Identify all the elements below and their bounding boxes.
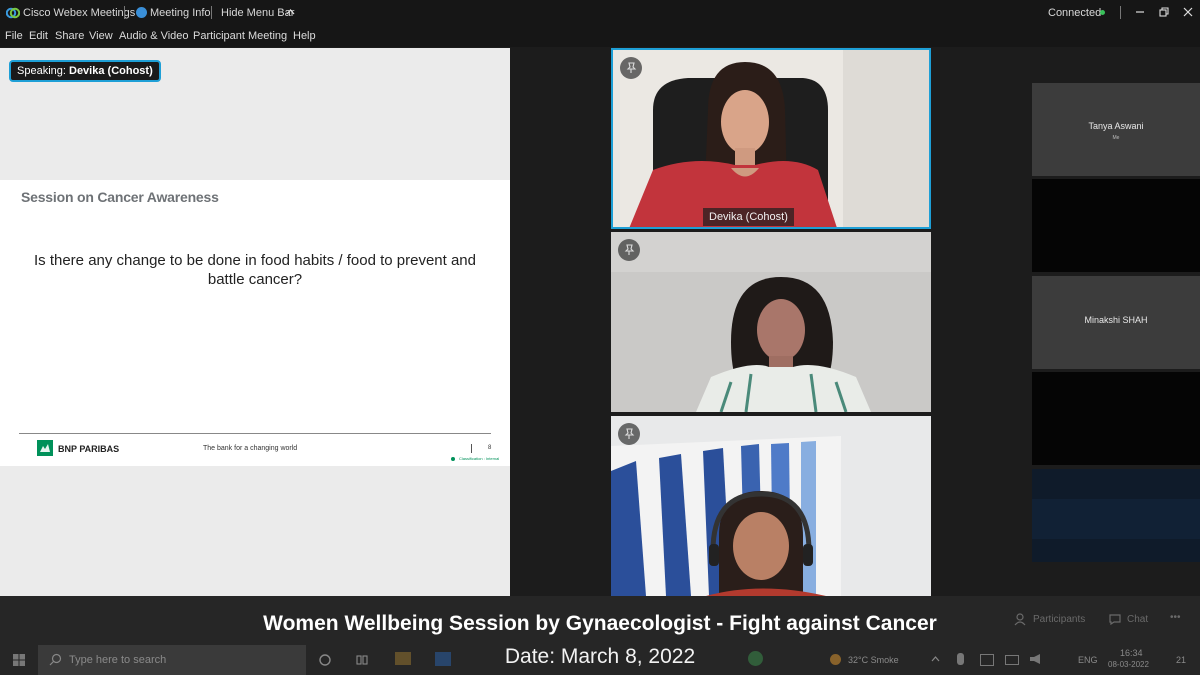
windows-start-icon[interactable] — [12, 653, 26, 667]
participant-tile[interactable]: Minakshi SHAH — [1032, 276, 1200, 369]
minimize-icon[interactable] — [1133, 5, 1147, 19]
taskbar-time[interactable]: 16:34 — [1120, 648, 1143, 658]
tray-chevron-up-icon[interactable] — [931, 656, 940, 662]
connected-indicator-icon — [1100, 10, 1105, 15]
network-icon[interactable] — [980, 654, 994, 666]
weather-text[interactable]: 32°C Smoke — [848, 655, 899, 665]
speaking-name: Devika (Cohost) — [69, 65, 153, 77]
menu-file[interactable]: File — [5, 30, 23, 42]
menu-participant[interactable]: Participant — [193, 30, 245, 42]
title-divider — [124, 6, 125, 19]
webex-logo-icon — [6, 7, 20, 19]
restore-icon[interactable] — [1157, 5, 1171, 19]
microphone-icon[interactable] — [957, 653, 964, 665]
participant-tile-empty[interactable] — [1032, 372, 1200, 465]
pin-icon[interactable] — [618, 239, 640, 261]
menu-help[interactable]: Help — [293, 30, 316, 42]
menu-edit[interactable]: Edit — [29, 30, 48, 42]
video-tile-participant[interactable] — [611, 232, 931, 412]
search-icon — [49, 653, 62, 666]
footer-brand: BNP PARIBAS — [58, 444, 120, 454]
classification-dot-icon — [451, 457, 455, 461]
menu-audio-video[interactable]: Audio & Video — [119, 30, 189, 42]
participant-tile-empty[interactable] — [1032, 179, 1200, 272]
participant-name: Tanya Aswani — [1088, 121, 1144, 131]
chevron-up-icon[interactable] — [286, 9, 295, 15]
weather-icon — [830, 654, 841, 665]
meeting-info-button[interactable]: Meeting Info — [150, 7, 211, 19]
participant-tile-video[interactable] — [1032, 469, 1200, 562]
bnp-paribas-logo-icon — [37, 440, 53, 456]
notification-count[interactable]: 21 — [1176, 655, 1186, 665]
active-speaker-indicator: Speaking: Devika (Cohost) — [9, 60, 161, 82]
title-divider — [211, 6, 212, 19]
slide-question: Is there any change to be done in food h… — [34, 252, 476, 288]
menu-view[interactable]: View — [89, 30, 113, 42]
footer-divider — [471, 444, 472, 453]
slide-page-number: 8 — [488, 445, 492, 451]
speaking-label: Speaking: — [17, 65, 66, 77]
participant-video — [613, 50, 929, 227]
title-bar: Cisco Webex Meetings Meeting Info Hide M… — [0, 0, 1200, 26]
footer-tagline: The bank for a changing world — [203, 445, 298, 452]
outlook-icon[interactable] — [435, 652, 451, 666]
menu-meeting[interactable]: Meeting — [248, 30, 287, 42]
pin-icon[interactable] — [618, 423, 640, 445]
hide-menu-bar-button[interactable]: Hide Menu Bar — [221, 7, 294, 19]
presentation-slide — [0, 180, 510, 466]
menu-share[interactable]: Share — [55, 30, 84, 42]
participant-video — [611, 416, 931, 596]
pin-icon[interactable] — [620, 57, 642, 79]
participant-subtitle: Me — [1112, 135, 1120, 141]
chrome-icon[interactable] — [748, 651, 763, 666]
caption-title: Women Wellbeing Session by Gynaecologist… — [263, 612, 937, 635]
menu-bar: File Edit Share View Audio & Video Parti… — [0, 26, 1200, 47]
meeting-info-icon — [136, 7, 147, 18]
title-divider — [1120, 6, 1121, 19]
slide-title: Session on Cancer Awareness — [21, 189, 219, 205]
close-icon[interactable] — [1181, 5, 1195, 19]
file-explorer-icon[interactable] — [395, 652, 411, 665]
video-tile-participant[interactable] — [611, 416, 931, 596]
task-view-icon[interactable] — [355, 653, 369, 667]
video-name-tag: Devika (Cohost) — [703, 208, 794, 226]
participant-video — [1032, 469, 1200, 562]
participant-video — [611, 232, 931, 412]
participant-name: Minakshi SHAH — [1084, 315, 1148, 325]
taskbar-search-input[interactable]: Type here to search — [69, 654, 166, 666]
app-title: Cisco Webex Meetings — [23, 7, 136, 19]
taskbar-date[interactable]: 08-03-2022 — [1108, 660, 1149, 669]
cortana-icon[interactable] — [318, 653, 332, 667]
footer-classification: Classification : Internal — [459, 456, 500, 461]
battery-icon[interactable] — [1005, 655, 1019, 665]
video-tile-active-speaker[interactable]: Devika (Cohost) — [611, 48, 931, 229]
language-indicator[interactable]: ENG — [1078, 655, 1098, 665]
participant-tile[interactable]: Tanya Aswani Me — [1032, 83, 1200, 176]
connection-status: Connected — [1048, 7, 1102, 19]
slide-footer-divider — [19, 433, 491, 434]
